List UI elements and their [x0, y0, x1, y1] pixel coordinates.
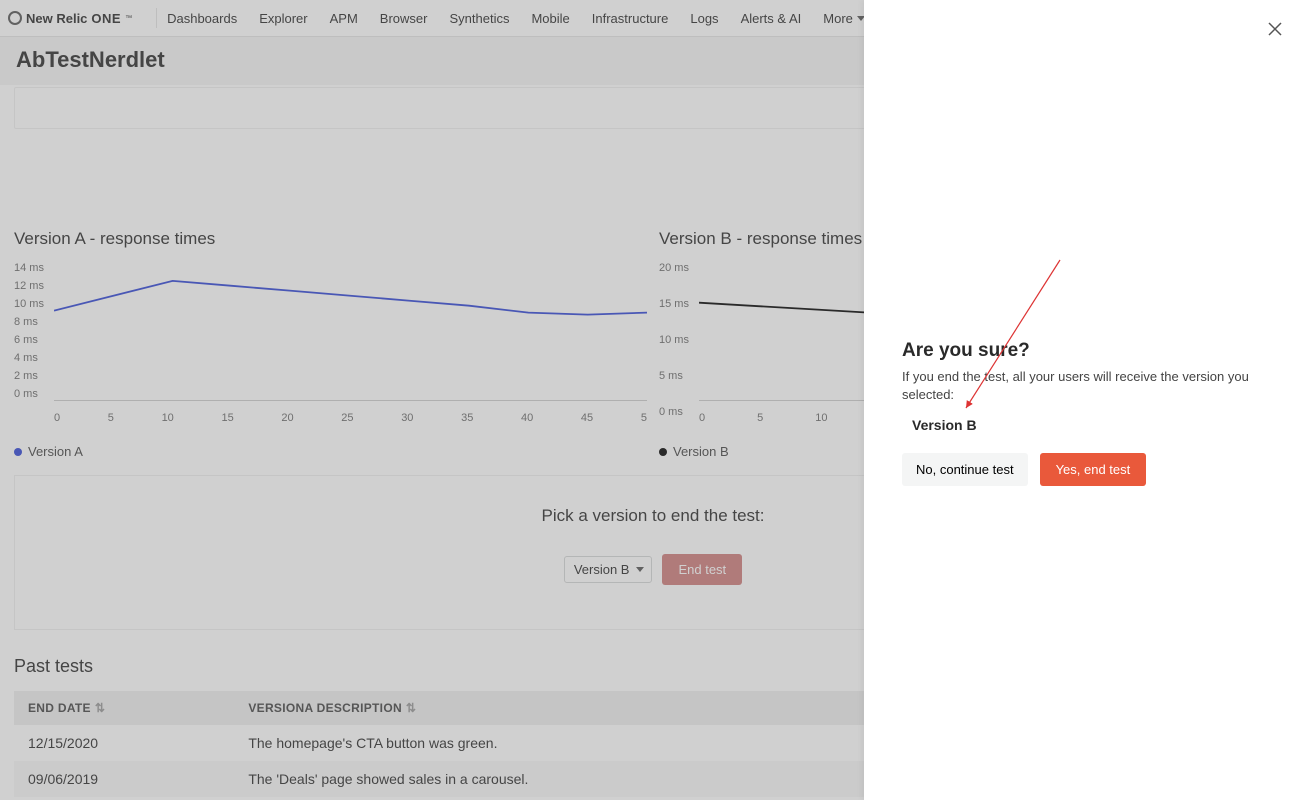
confirm-panel: Are you sure? If you end the test, all y…: [864, 0, 1306, 800]
legend-dot-b: [659, 448, 667, 456]
cancel-button[interactable]: No, continue test: [902, 453, 1028, 486]
chart-version-a: Version A - response times 14 ms 12 ms 1…: [14, 229, 647, 459]
col-version-a[interactable]: VERSIONA DESCRIPTION⇅: [234, 691, 879, 725]
chart-a-plot: [54, 261, 647, 401]
chart-a-title: Version A - response times: [14, 229, 647, 249]
chart-a-xticks: 0 5 10 15 20 25 30 35 40 45 5: [54, 412, 647, 424]
legend-dot-a: [14, 448, 22, 456]
end-test-button[interactable]: End test: [662, 554, 742, 585]
brand: New Relic ONE ™: [8, 11, 132, 26]
nav-apm[interactable]: APM: [330, 11, 358, 26]
brand-one: ONE: [91, 11, 121, 26]
nav-browser[interactable]: Browser: [380, 11, 428, 26]
nav-alerts-ai[interactable]: Alerts & AI: [741, 11, 802, 26]
sort-icon: ⇅: [95, 701, 105, 715]
nav-synthetics[interactable]: Synthetics: [449, 11, 509, 26]
nav-logs[interactable]: Logs: [690, 11, 718, 26]
nav-links: Dashboards Explorer APM Browser Syntheti…: [167, 11, 801, 26]
version-select-value: Version B: [574, 562, 630, 577]
close-icon[interactable]: [1268, 22, 1282, 41]
brand-logo-icon: [8, 11, 22, 25]
version-select[interactable]: Version B: [564, 556, 653, 583]
sort-icon: ⇅: [406, 701, 416, 715]
brand-name: New Relic: [26, 11, 87, 26]
dialog-selected-version: Version B: [912, 417, 1268, 433]
chart-b-yticks: 20 ms 15 ms 10 ms 5 ms 0 ms: [659, 259, 689, 421]
nav-more[interactable]: More: [823, 11, 865, 26]
dialog-subtext: If you end the test, all your users will…: [902, 368, 1268, 403]
nav-more-label: More: [823, 11, 853, 26]
confirm-button[interactable]: Yes, end test: [1040, 453, 1147, 486]
brand-tm: ™: [125, 15, 132, 22]
nav-dashboards[interactable]: Dashboards: [167, 11, 237, 26]
nav-explorer[interactable]: Explorer: [259, 11, 307, 26]
chart-a-legend: Version A: [14, 444, 647, 459]
nav-infrastructure[interactable]: Infrastructure: [592, 11, 669, 26]
chart-a-yticks: 14 ms 12 ms 10 ms 8 ms 6 ms 4 ms 2 ms 0 …: [14, 259, 44, 403]
nav-separator: [156, 8, 157, 28]
dialog-heading: Are you sure?: [902, 340, 1268, 362]
col-end-date[interactable]: END DATE⇅: [14, 691, 234, 725]
nav-mobile[interactable]: Mobile: [531, 11, 569, 26]
